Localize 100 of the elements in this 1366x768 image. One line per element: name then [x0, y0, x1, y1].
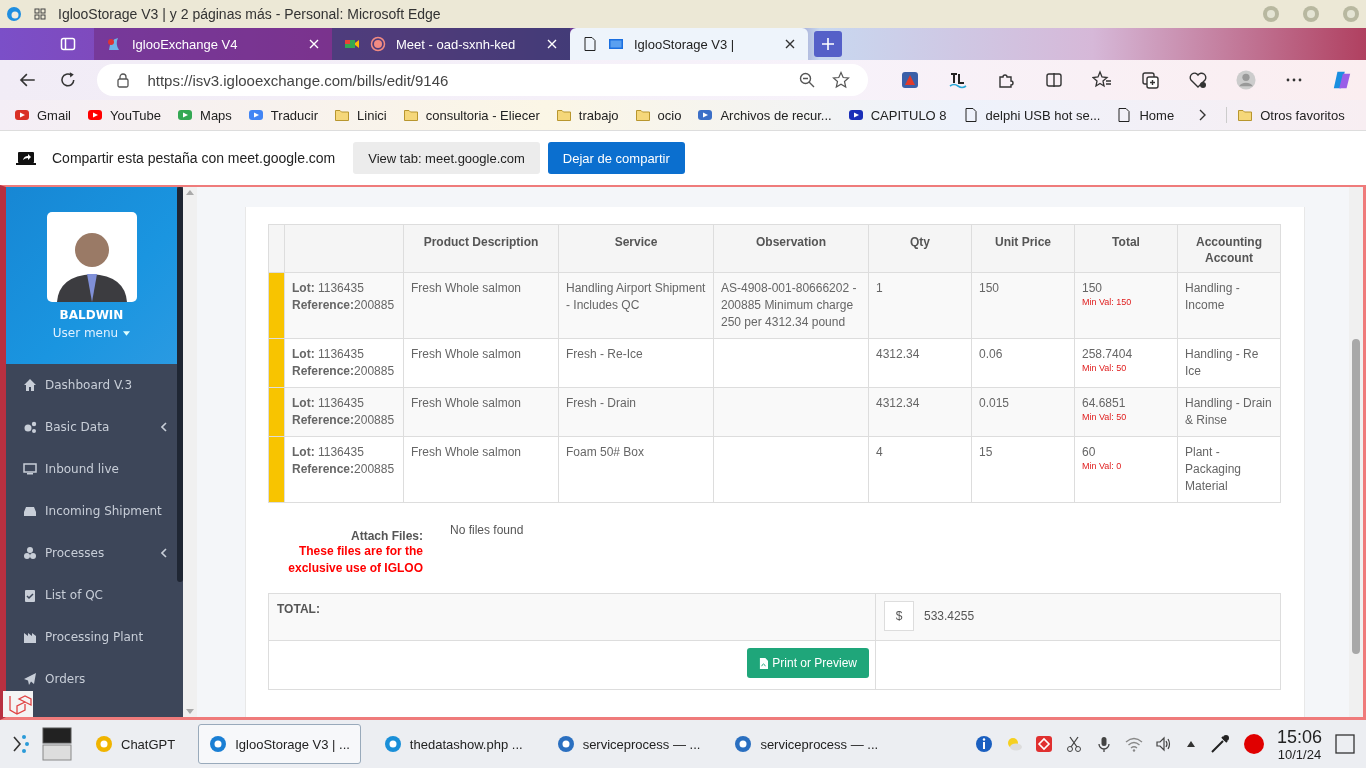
- taskbar-item[interactable]: serviceprocess — ...: [723, 724, 890, 764]
- reference-text: Reference:200885: [292, 363, 396, 380]
- currency-addon: $: [884, 601, 914, 631]
- table-cell: Fresh - Drain: [558, 387, 714, 437]
- table-cell: Plant - Packaging Material: [1177, 436, 1281, 503]
- column-header: Observation: [713, 224, 869, 273]
- sidebar-item[interactable]: Processing Plant: [6, 616, 177, 658]
- address-bar[interactable]: https://isv3.iglooexchange.com/bills/edit/9146: [97, 64, 868, 96]
- favorites-icon[interactable]: [1092, 70, 1112, 90]
- bookmark[interactable]: trabajo: [555, 107, 619, 123]
- total-label: TOTAL:: [277, 602, 320, 616]
- column-header: Total: [1074, 224, 1178, 273]
- table-cell: Handling - Income: [1177, 272, 1281, 339]
- desktop-pager-icon[interactable]: [42, 727, 72, 761]
- recording-icon: [370, 36, 386, 52]
- wifi-icon[interactable]: [1124, 735, 1143, 753]
- chevron-left-icon: [161, 422, 167, 432]
- lot-text: Lot: 1136435: [292, 280, 365, 297]
- new-tab-button[interactable]: [814, 31, 842, 57]
- bookmark[interactable]: Archivos de recur...: [697, 107, 832, 123]
- info-icon[interactable]: [974, 735, 993, 753]
- bookmark[interactable]: delphi USB hot se...: [962, 107, 1101, 123]
- table-cell: 4: [868, 436, 972, 503]
- collections-icon[interactable]: [1140, 70, 1160, 90]
- browser-tab[interactable]: Meet - oad-sxnh-ked: [332, 28, 570, 60]
- bookmark[interactable]: Traducir: [247, 107, 319, 123]
- page-icon: [962, 107, 979, 123]
- split-screen-icon[interactable]: [1044, 70, 1064, 90]
- scrollbar-thumb[interactable]: [177, 187, 183, 582]
- table-cell: Fresh Whole salmon: [403, 387, 559, 437]
- browser-tab[interactable]: IglooExchange V4: [94, 28, 332, 60]
- show-desktop-icon[interactable]: [1334, 733, 1356, 755]
- table-cell: 0.015: [971, 387, 1075, 437]
- view-tab-button[interactable]: View tab: meet.google.com: [353, 142, 540, 174]
- sidebar-item[interactable]: Incoming Shipment: [6, 490, 177, 532]
- scrollbar-thumb[interactable]: [1352, 339, 1360, 654]
- stop-sharing-button[interactable]: Dejar de compartir: [547, 142, 685, 174]
- table-cell: Fresh - Re-Ice: [558, 338, 714, 388]
- sidebar-item[interactable]: Dashboard V.3: [6, 364, 177, 406]
- column-header: Qty: [868, 224, 972, 273]
- bookmark[interactable]: YouTube: [86, 107, 162, 123]
- scissors-icon[interactable]: [1064, 735, 1083, 753]
- bookmark[interactable]: Linici: [334, 107, 387, 123]
- bookmark[interactable]: CAPITULO 8: [847, 107, 947, 123]
- cube-icon[interactable]: [0, 691, 36, 717]
- screen-share-icon: [608, 36, 624, 52]
- table-cell: 0.06: [971, 338, 1075, 388]
- browser-tab[interactable]: IglooStorage V3 |: [570, 28, 808, 60]
- profile-avatar-icon[interactable]: [1236, 70, 1256, 90]
- clock-date: 10/1/24: [1277, 747, 1322, 761]
- bookmark[interactable]: Maps: [177, 107, 232, 123]
- bookmark[interactable]: consultoria - Eliecer: [402, 107, 540, 123]
- zoom-out-icon[interactable]: [798, 71, 816, 89]
- site-icon: [697, 107, 714, 123]
- bookmark-folder[interactable]: Otros favoritos: [1226, 107, 1345, 123]
- table-cell: Fresh Whole salmon: [403, 272, 559, 339]
- chevron-left-icon: [161, 548, 167, 558]
- heart-pulse-icon[interactable]: [1188, 70, 1208, 90]
- sidebar-item[interactable]: Orders: [6, 658, 177, 700]
- lot-text: Lot: 1136435: [292, 444, 365, 461]
- app-icon: [556, 735, 575, 753]
- reference-text: Reference:200885: [292, 297, 396, 314]
- sidebar-item[interactable]: Processes: [6, 532, 177, 574]
- total-value: 64.6851: [1082, 395, 1127, 412]
- share-message: Compartir esta pestaña con meet.google.com: [52, 149, 336, 167]
- column-header: Product Description: [403, 224, 559, 273]
- table-cell: 4312.34: [868, 338, 972, 388]
- extension-icon[interactable]: [948, 70, 968, 90]
- grid-icon[interactable]: [34, 8, 46, 20]
- user-name: BALDWIN: [59, 308, 124, 322]
- sidebar-toggle-icon[interactable]: [60, 36, 76, 52]
- table-cell: Handling Airport Shipment - Includes QC: [558, 272, 714, 339]
- min-value-note: Min Val: 50: [1082, 363, 1128, 374]
- app-icon: [734, 735, 753, 753]
- table-cell: 4312.34: [868, 387, 972, 437]
- taskbar-item[interactable]: ChatGPT: [84, 724, 187, 764]
- taskbar-item[interactable]: IglooStorage V3 | ...: [198, 724, 361, 764]
- table-cell: Foam 50# Box: [558, 436, 714, 503]
- copilot-icon[interactable]: [1332, 70, 1352, 90]
- bookmark[interactable]: Home: [1116, 107, 1175, 123]
- sidebar-item[interactable]: List of QC: [6, 574, 177, 616]
- volume-icon[interactable]: [1154, 735, 1173, 753]
- folder-icon: [634, 107, 651, 123]
- no-files-text: No files found: [450, 523, 524, 539]
- sidebar-item[interactable]: Inbound live: [6, 448, 177, 490]
- close-icon[interactable]: [784, 38, 796, 50]
- lock-icon[interactable]: [115, 72, 132, 88]
- star-icon[interactable]: [832, 71, 850, 89]
- table-cell: AS-4908-001-80666202 - 200885 Minimum charge 250 per 4312.34 pound: [713, 272, 869, 339]
- sidebar-item[interactable]: Basic Data: [6, 406, 177, 448]
- extension-icon[interactable]: [900, 70, 920, 90]
- launcher-icon[interactable]: [10, 734, 30, 754]
- bookmark[interactable]: ocio: [634, 107, 682, 123]
- taskbar-item[interactable]: serviceprocess — ...: [545, 724, 712, 764]
- table-cell: Handling - Re Ice: [1177, 338, 1281, 388]
- app-tray-icon[interactable]: [1034, 735, 1053, 753]
- site-icon: [14, 107, 30, 123]
- taskbar-item[interactable]: thedatashow.php ...: [372, 724, 534, 764]
- record-icon[interactable]: [1242, 733, 1265, 755]
- bookmark[interactable]: Gmail: [14, 107, 71, 123]
